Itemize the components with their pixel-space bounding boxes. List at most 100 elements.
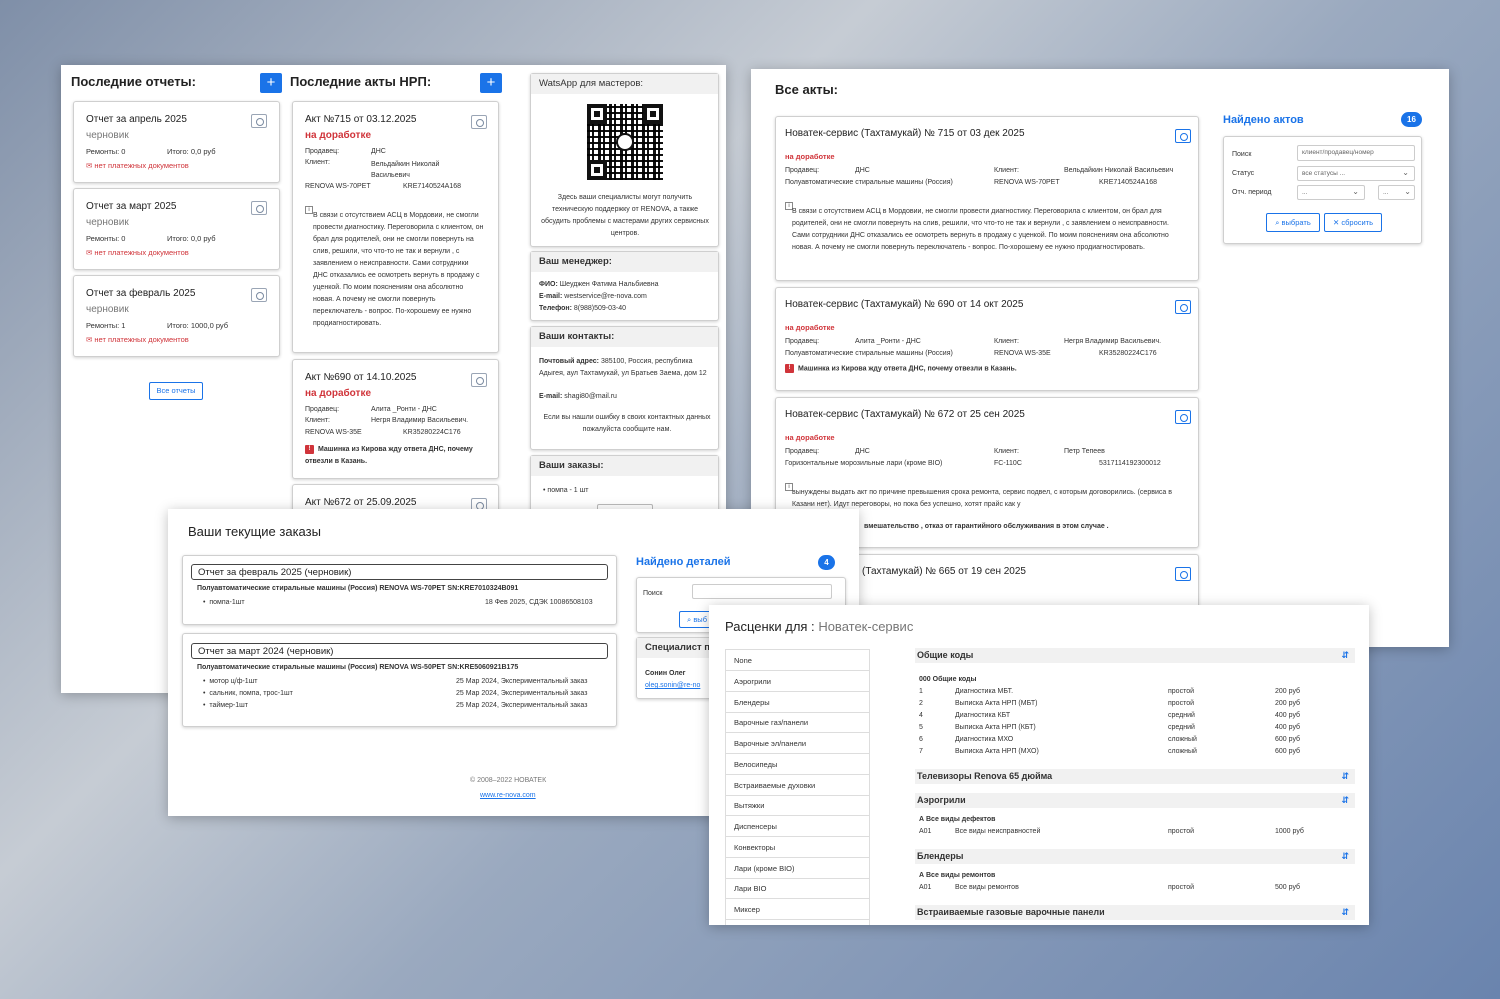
specialist-email[interactable]: oleg.sonin@re-no: [645, 682, 700, 689]
all-acts-title: Все акты:: [775, 82, 838, 97]
report-card[interactable]: Отчет за февраль 2025 черновик Ремонты: …: [73, 275, 280, 357]
search-label: Поиск: [1232, 151, 1252, 158]
report-status: черновик: [86, 304, 129, 315]
price-code: A01: [919, 828, 932, 835]
sidebar-item[interactable]: Вытяжки: [726, 795, 869, 816]
view-icon[interactable]: [251, 288, 267, 302]
sidebar-item[interactable]: Встраиваемые духовки: [726, 775, 869, 796]
order-item: • помпа - 1 шт: [543, 487, 589, 494]
site-link[interactable]: www.re-nova.com: [480, 792, 536, 799]
search-input[interactable]: [692, 584, 832, 599]
price-code: 4: [919, 712, 923, 719]
price-name: Диагностика КБТ: [955, 712, 1011, 719]
envelope-icon: ✉: [86, 248, 93, 257]
period-from-select[interactable]: ... ⌄: [1297, 185, 1365, 200]
status-label: Статус: [1232, 170, 1255, 177]
seller-value: ДНС: [371, 148, 386, 155]
search-input[interactable]: клиент/продавец/номер: [1297, 145, 1415, 161]
status-select[interactable]: все статусы ... ⌄: [1297, 166, 1415, 181]
section-header[interactable]: Телевизоры Renova 65 дюйма ⇵: [915, 769, 1355, 784]
price-level: средний: [1168, 724, 1195, 731]
serial-value: KR35280224C176: [1099, 350, 1157, 357]
period-to-select[interactable]: ... ⌄: [1378, 185, 1415, 200]
sidebar-item[interactable]: Диспенсеры: [726, 816, 869, 837]
view-icon[interactable]: [1175, 567, 1191, 581]
sidebar-item[interactable]: Миксер: [726, 899, 869, 920]
order-block: Отчет за март 2024 (черновик) Полуавтома…: [182, 633, 617, 727]
seller-label: Продавец:: [785, 167, 820, 174]
act-title: Новатек-сервис (Тахтамукай) № 690 от 14 …: [785, 299, 1024, 310]
price-code: 6: [919, 736, 923, 743]
act-note-extra: вмешательство , отказ от гарантийного об…: [864, 523, 1109, 530]
seller-label: Продавец:: [785, 338, 820, 345]
sidebar-item[interactable]: Лари BIO: [726, 878, 869, 899]
act-row[interactable]: Новатек-сервис (Тахтамукай) № 690 от 14 …: [775, 287, 1199, 391]
act-status: на доработке: [305, 130, 372, 141]
view-icon[interactable]: [471, 373, 487, 387]
client-label: Клиент:: [305, 417, 330, 424]
found-acts-label: Найдено актов: [1223, 114, 1304, 126]
order-item-info: 25 Мар 2024, Экспериментальный заказ: [456, 678, 588, 685]
view-icon[interactable]: [471, 115, 487, 129]
act-title: (Тахтамукай) № 665 от 19 сен 2025: [862, 566, 1026, 577]
section-header[interactable]: Общие коды ⇵: [915, 648, 1355, 663]
view-icon[interactable]: [251, 201, 267, 215]
report-card[interactable]: Отчет за март 2025 черновик Ремонты: 0 И…: [73, 188, 280, 270]
act-card[interactable]: Акт №690 от 14.10.2025 на доработке Прод…: [292, 359, 499, 479]
order-product: Полуавтоматические стиральные машины (Ро…: [197, 585, 519, 592]
qr-code-icon[interactable]: [587, 104, 663, 180]
category-value: Полуавтоматические стиральные машины (Ро…: [785, 179, 953, 186]
order-item-info: 25 Мар 2024, Экспериментальный заказ: [456, 690, 588, 697]
act-title: Акт №715 от 03.12.2025: [305, 114, 417, 125]
view-icon[interactable]: [1175, 129, 1191, 143]
price-name: Все виды ремонтов: [955, 884, 1019, 891]
client-label: Клиент:: [994, 338, 1019, 345]
sidebar-item[interactable]: Варочные газ/панели: [726, 712, 869, 733]
act-title: Акт №690 от 14.10.2025: [305, 372, 417, 383]
sidebar-item[interactable]: Варочные эл/панели: [726, 733, 869, 754]
whatsapp-title: WatsApp для мастеров:: [531, 74, 718, 94]
order-product: Полуавтоматические стиральные машины (Ро…: [197, 664, 519, 671]
order-head[interactable]: Отчет за февраль 2025 (черновик): [191, 564, 608, 580]
sidebar-item[interactable]: Лари (кроме BIO): [726, 858, 869, 879]
sort-icon: ⇵: [1341, 771, 1349, 781]
copyright: © 2008–2022 НОВАТЕК: [470, 777, 547, 784]
act-row[interactable]: Новатек-сервис (Тахтамукай) № 715 от 03 …: [775, 116, 1199, 281]
act-card[interactable]: Акт №715 от 03.12.2025 на доработке Прод…: [292, 101, 499, 353]
section-header[interactable]: Аэрогрили ⇵: [915, 793, 1355, 808]
section-header[interactable]: Встраиваемые газовые варочные панели ⇵: [915, 905, 1355, 920]
sidebar-item[interactable]: None: [726, 650, 869, 671]
sidebar-item[interactable]: Аэрогрили: [726, 671, 869, 692]
add-act-button[interactable]: +: [480, 73, 502, 93]
reset-filter-button[interactable]: ✕ сбросить: [1324, 213, 1382, 232]
section-header[interactable]: Блендеры ⇵: [915, 849, 1355, 864]
order-head[interactable]: Отчет за март 2024 (черновик): [191, 643, 608, 659]
search-icon: ⌕: [1275, 218, 1280, 227]
view-icon[interactable]: [1175, 300, 1191, 314]
price-code: 5: [919, 724, 923, 731]
report-card[interactable]: Отчет за апрель 2025 черновик Ремонты: 0…: [73, 101, 280, 183]
model-value: RENOVA WS-70PET: [994, 179, 1060, 186]
report-repairs: Ремонты: 0: [86, 234, 126, 243]
price-value: 200 руб: [1275, 688, 1301, 695]
seller-label: Продавец:: [305, 148, 340, 155]
client-label: Клиент:: [994, 448, 1019, 455]
all-reports-button[interactable]: Все отчеты: [149, 382, 203, 400]
apply-filter-button[interactable]: ⌕ выбрать: [1266, 213, 1320, 232]
sidebar-item[interactable]: Блендеры: [726, 692, 869, 713]
add-report-button[interactable]: +: [260, 73, 282, 93]
client-value: Петр Тепеев: [1064, 448, 1105, 455]
price-level: простой: [1168, 688, 1195, 695]
act-status: на доработке: [305, 388, 372, 399]
view-icon[interactable]: [251, 114, 267, 128]
group-title: 000 Общие коды: [919, 676, 977, 683]
price-level: сложный: [1168, 748, 1197, 755]
price-code: 2: [919, 700, 923, 707]
sidebar-item[interactable]: Велосипеды: [726, 754, 869, 775]
view-icon[interactable]: [1175, 410, 1191, 424]
manager-phone: Телефон: 8(988)509-03-40: [539, 305, 627, 312]
client-value: Вельдайкин Николай Васильевич: [1064, 167, 1174, 174]
search-label: Поиск: [643, 590, 663, 597]
sidebar-item[interactable]: Конвекторы: [726, 837, 869, 858]
report-repairs: Ремонты: 0: [86, 147, 126, 156]
